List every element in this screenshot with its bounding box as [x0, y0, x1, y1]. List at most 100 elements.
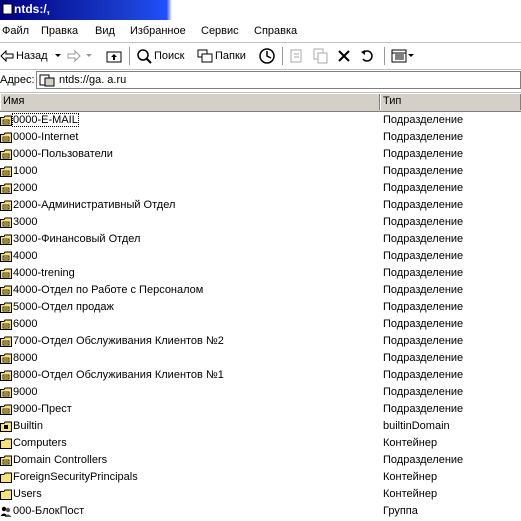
move-to-icon: [290, 49, 302, 63]
list-item[interactable]: 4000 Подразделение: [0, 249, 521, 266]
address-input[interactable]: ntds://ga. a.ru: [36, 71, 521, 89]
ou-folder-icon: [0, 268, 12, 282]
up-folder-button[interactable]: [106, 47, 122, 65]
item-type: Подразделение: [383, 335, 464, 347]
item-type: Подразделение: [383, 267, 464, 279]
group-icon: [0, 506, 12, 520]
move-to-button[interactable]: [289, 47, 305, 65]
menu-favorites[interactable]: Избранное: [130, 25, 186, 37]
item-name: 8000-Отдел Обслуживания Клиентов №1: [13, 369, 224, 381]
list-item[interactable]: 0000-Пользователи Подразделение: [0, 147, 521, 164]
forward-button[interactable]: [67, 47, 81, 65]
list-item[interactable]: 4000-Отдел по Работе с Персоналом Подразд…: [0, 283, 521, 300]
history-button[interactable]: [259, 47, 275, 65]
ou-folder-icon: [0, 404, 12, 418]
undo-button[interactable]: [360, 47, 376, 65]
menu-help[interactable]: Справка: [254, 25, 297, 37]
item-type: Подразделение: [383, 352, 464, 364]
toolbar: Назад Поиск Папки: [0, 43, 521, 70]
item-type: Подразделение: [383, 114, 464, 126]
back-button[interactable]: Назад: [0, 47, 48, 65]
builtin-folder-icon: [0, 421, 12, 435]
item-type: Подразделение: [383, 131, 464, 143]
list-item[interactable]: 2000 Подразделение: [0, 181, 521, 198]
item-name: 2000-Административный Отдел: [13, 199, 176, 211]
list-item[interactable]: 3000 Подразделение: [0, 215, 521, 232]
list-item[interactable]: 4000-trening Подразделение: [0, 266, 521, 283]
list-item[interactable]: 7000-Отдел Обслуживания Клиентов №2 Подра…: [0, 334, 521, 351]
list-item[interactable]: Computers Контейнер: [0, 436, 521, 453]
list-item[interactable]: 2000-Административный Отдел Подразделение: [0, 198, 521, 215]
item-type: Контейнер: [383, 437, 438, 449]
item-type: Группа: [383, 505, 418, 517]
search-label: Поиск: [154, 50, 185, 62]
item-type: Контейнер: [383, 471, 438, 483]
ou-folder-icon: [0, 285, 12, 299]
menu-edit[interactable]: Правка: [41, 25, 78, 37]
folders-label: Папки: [215, 50, 246, 62]
item-name: ForeignSecurityPrincipals: [13, 471, 138, 483]
list-item[interactable]: 5000-Отдел продаж Подразделение: [0, 300, 521, 317]
item-type: Подразделение: [383, 182, 464, 194]
menu-tools[interactable]: Сервис: [201, 25, 239, 37]
delete-button[interactable]: [337, 47, 351, 65]
container-folder-icon: [0, 438, 12, 452]
toolbar-separator: [282, 47, 283, 65]
column-header-name[interactable]: Имя: [0, 94, 380, 110]
menu-file[interactable]: Файл: [2, 25, 29, 37]
item-name: 7000-Отдел Обслуживания Клиентов №2: [13, 335, 224, 347]
item-type: Подразделение: [383, 199, 464, 211]
list-item[interactable]: Builtin builtinDomain: [0, 419, 521, 436]
dropdown-arrow-icon: [86, 54, 92, 57]
item-type: Подразделение: [383, 318, 464, 330]
address-bar: Адрес: ntds://ga. a.ru: [0, 70, 521, 93]
column-header-type[interactable]: Тип: [380, 94, 521, 110]
item-name: 8000: [13, 352, 38, 364]
views-button[interactable]: [391, 47, 414, 65]
item-name: 0000-E-MAIL: [12, 113, 79, 127]
list-item[interactable]: Domain Controllers Подразделение: [0, 453, 521, 470]
item-type: Подразделение: [383, 165, 464, 177]
folders-button[interactable]: Папки: [197, 47, 246, 65]
item-name: 0000-Пользователи: [13, 148, 113, 160]
directory-icon: [39, 74, 55, 87]
container-folder-icon: [0, 472, 12, 486]
forward-dropdown-button[interactable]: [86, 47, 92, 65]
ou-folder-icon: [0, 166, 12, 180]
search-button[interactable]: Поиск: [136, 47, 184, 65]
list-item[interactable]: 0000-E-MAIL Подразделение: [0, 113, 521, 130]
item-name: Domain Controllers: [13, 454, 108, 466]
window-title: ntds:/,: [14, 2, 50, 16]
item-name: Computers: [13, 437, 67, 449]
item-name: 0000-Internet: [13, 131, 79, 143]
column-headers: Имя Тип: [0, 94, 521, 112]
list-item[interactable]: 8000 Подразделение: [0, 351, 521, 368]
ou-folder-icon: [0, 234, 12, 248]
forward-arrow-icon: [67, 50, 81, 62]
item-name: 3000: [13, 216, 38, 228]
up-folder-icon: [106, 51, 122, 63]
ou-folder-icon: [0, 183, 12, 197]
ou-folder-icon: [0, 132, 12, 146]
list-item[interactable]: 9000 Подразделение: [0, 385, 521, 402]
list-item[interactable]: 9000-Прест Подразделение: [0, 402, 521, 419]
item-type: Подразделение: [383, 233, 464, 245]
item-name: 4000-Отдел по Работе с Персоналом: [13, 284, 204, 296]
list-item[interactable]: 6000 Подразделение: [0, 317, 521, 334]
list-item[interactable]: ForeignSecurityPrincipals Контейнер: [0, 470, 521, 487]
item-type: Подразделение: [383, 216, 464, 228]
menu-view[interactable]: Вид: [95, 25, 115, 37]
list-item[interactable]: 3000-Финансовый Отдел Подразделение: [0, 232, 521, 249]
object-list: 0000-E-MAIL Подразделение 0000-Internet Под…: [0, 113, 521, 517]
list-item[interactable]: 1000 Подразделение: [0, 164, 521, 181]
list-item[interactable]: Users Контейнер: [0, 487, 521, 504]
item-type: Подразделение: [383, 250, 464, 262]
back-label: Назад: [16, 50, 48, 62]
back-dropdown-button[interactable]: [55, 47, 61, 65]
ou-folder-icon: [0, 115, 12, 129]
list-item[interactable]: 0000-Internet Подразделение: [0, 130, 521, 147]
item-type: Контейнер: [383, 488, 438, 500]
list-item[interactable]: 8000-Отдел Обслуживания Клиентов №1 Подра…: [0, 368, 521, 385]
copy-to-button[interactable]: [313, 47, 329, 65]
list-item[interactable]: 000-БлокПост Группа: [0, 504, 521, 521]
